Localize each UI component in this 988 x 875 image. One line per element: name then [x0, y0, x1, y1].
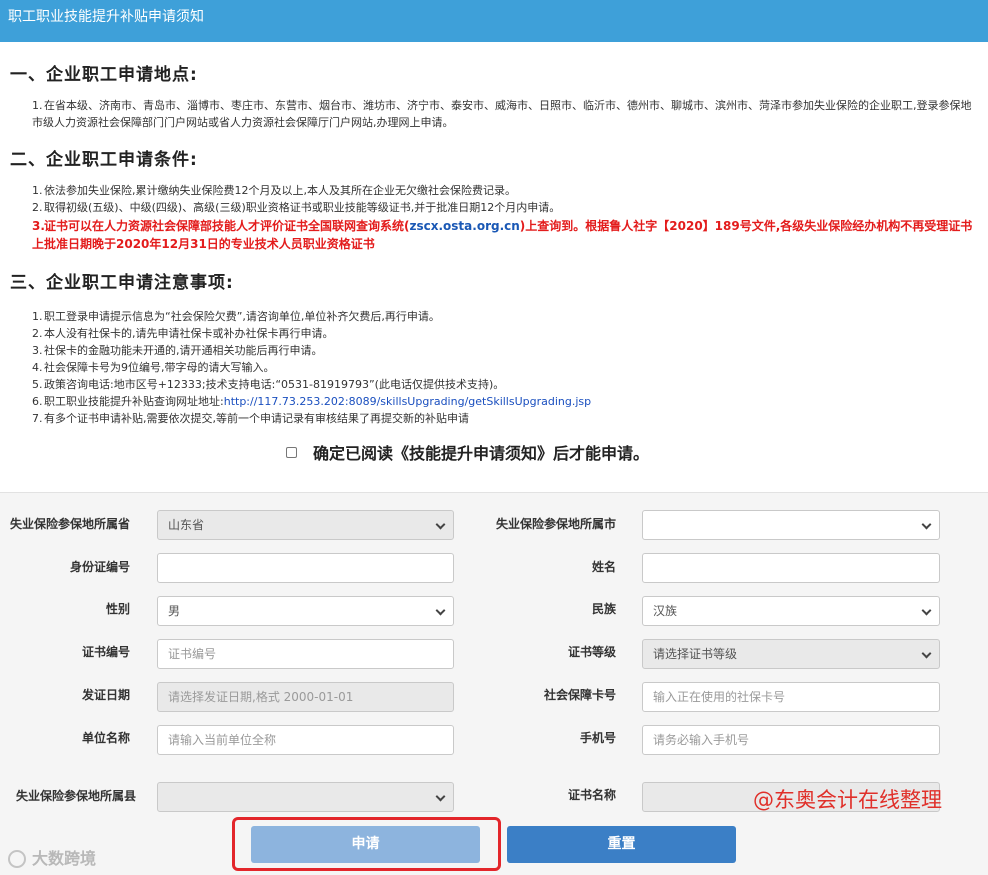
chevron-down-icon — [435, 519, 446, 530]
city-label: 失业保险参保地所属市 — [495, 517, 616, 531]
title-bar: 职工职业技能提升补贴申请须知 — [0, 0, 988, 42]
county-select[interactable] — [157, 782, 454, 812]
phone-label: 手机号 — [579, 731, 616, 745]
section-title-location: 一、企业职工申请地点: — [10, 65, 198, 85]
certname-label: 证书名称 — [567, 788, 616, 802]
ethnicity-select[interactable]: 汉族 — [642, 596, 940, 626]
section-title-notes: 三、企业职工申请注意事项: — [10, 273, 234, 293]
chevron-down-icon — [921, 519, 932, 530]
reset-button[interactable]: 重置 — [507, 826, 736, 863]
query-site: zscx.osta.org.cn — [409, 219, 520, 233]
chevron-down-icon — [921, 648, 932, 659]
certlevel-select[interactable]: 请选择证书等级 — [642, 639, 940, 669]
read-confirm-label: 确定已阅读《技能提升申请须知》后才能申请。 — [313, 444, 650, 463]
list-item: 1. 职工登录申请提示信息为“社会保险欠费”,请咨询单位,单位补齐欠费后,再行申请… — [32, 310, 440, 323]
list-item-highlight: 3.证书可以在人力资源社会保障部技能人才评价证书全国联网查询系统(zscx.os… — [32, 219, 973, 251]
idcard-input[interactable] — [157, 553, 454, 583]
list-item: 7. 有多个证书申请补贴,需要依次提交,等前一个申请记录有审核结果了再提交新的补贴… — [32, 412, 469, 425]
watermark-logo-icon — [8, 850, 26, 868]
name-input[interactable] — [642, 553, 940, 583]
query-link[interactable]: http://117.73.253.202:8089/skillsUpgradi… — [224, 395, 591, 408]
chevron-down-icon — [921, 605, 932, 616]
name-label: 姓名 — [591, 560, 616, 574]
sscard-input[interactable]: 输入正在使用的社保卡号 — [642, 682, 940, 712]
read-confirm-checkbox[interactable] — [286, 446, 297, 458]
city-select[interactable] — [642, 510, 940, 540]
read-confirm: 确定已阅读《技能提升申请须知》后才能申请。 — [286, 440, 649, 464]
certno-input[interactable]: 证书编号 — [157, 639, 454, 669]
section-title-conditions: 二、企业职工申请条件: — [10, 150, 198, 170]
certlevel-label: 证书等级 — [567, 645, 616, 659]
list-item: 1. 在省本级、济南市、青岛市、淄博市、枣庄市、东营市、烟台市、潍坊市、济宁市、泰… — [32, 99, 972, 129]
sscard-label: 社会保障卡号 — [543, 688, 616, 702]
watermark-left: 大数跨境 — [8, 845, 96, 869]
chevron-down-icon — [435, 791, 446, 802]
phone-input[interactable]: 请务必输入手机号 — [642, 725, 940, 755]
watermark-right: @东奥会计在线整理 — [753, 788, 942, 812]
gender-label: 性别 — [105, 602, 130, 616]
employer-input[interactable]: 请输入当前单位全称 — [157, 725, 454, 755]
employer-label: 单位名称 — [81, 731, 130, 745]
list-item: 6. 职工职业技能提升补贴查询网址地址:http://117.73.253.202… — [32, 395, 592, 408]
list-item: 3. 社保卡的金融功能未开通的,请开通相关功能后再行申请。 — [32, 344, 323, 357]
idcard-label: 身份证编号 — [69, 560, 130, 574]
apply-button[interactable]: 申请 — [251, 826, 480, 863]
ethnicity-label: 民族 — [591, 602, 616, 616]
list-item: 5. 政策咨询电话:地市区号+12333;技术支持电话:“0531-8191979… — [32, 378, 505, 391]
issuedate-input[interactable]: 请选择发证日期,格式 2000-01-01 — [157, 682, 454, 712]
county-label: 失业保险参保地所属县 — [15, 789, 136, 803]
list-item: 4. 社会保障卡号为9位编号,带字母的请大写输入。 — [32, 361, 275, 374]
page-title: 职工职业技能提升补贴申请须知 — [8, 9, 204, 25]
chevron-down-icon — [435, 605, 446, 616]
list-item: 2. 本人没有社保卡的,请先申请社保卡或补办社保卡再行申请。 — [32, 327, 334, 340]
list-item: 2. 取得初级(五级)、中级(四级)、高级(三级)职业资格证书或职业技能等级证书,… — [32, 201, 561, 214]
province-label: 失业保险参保地所属省 — [9, 517, 130, 531]
province-select[interactable]: 山东省 — [157, 510, 454, 540]
list-item: 1. 依法参加失业保险,累计缴纳失业保险费12个月及以上,本人及其所在企业无欠缴社… — [32, 184, 516, 197]
gender-select[interactable]: 男 — [157, 596, 454, 626]
issuedate-label: 发证日期 — [81, 688, 130, 702]
certno-label: 证书编号 — [81, 645, 130, 659]
